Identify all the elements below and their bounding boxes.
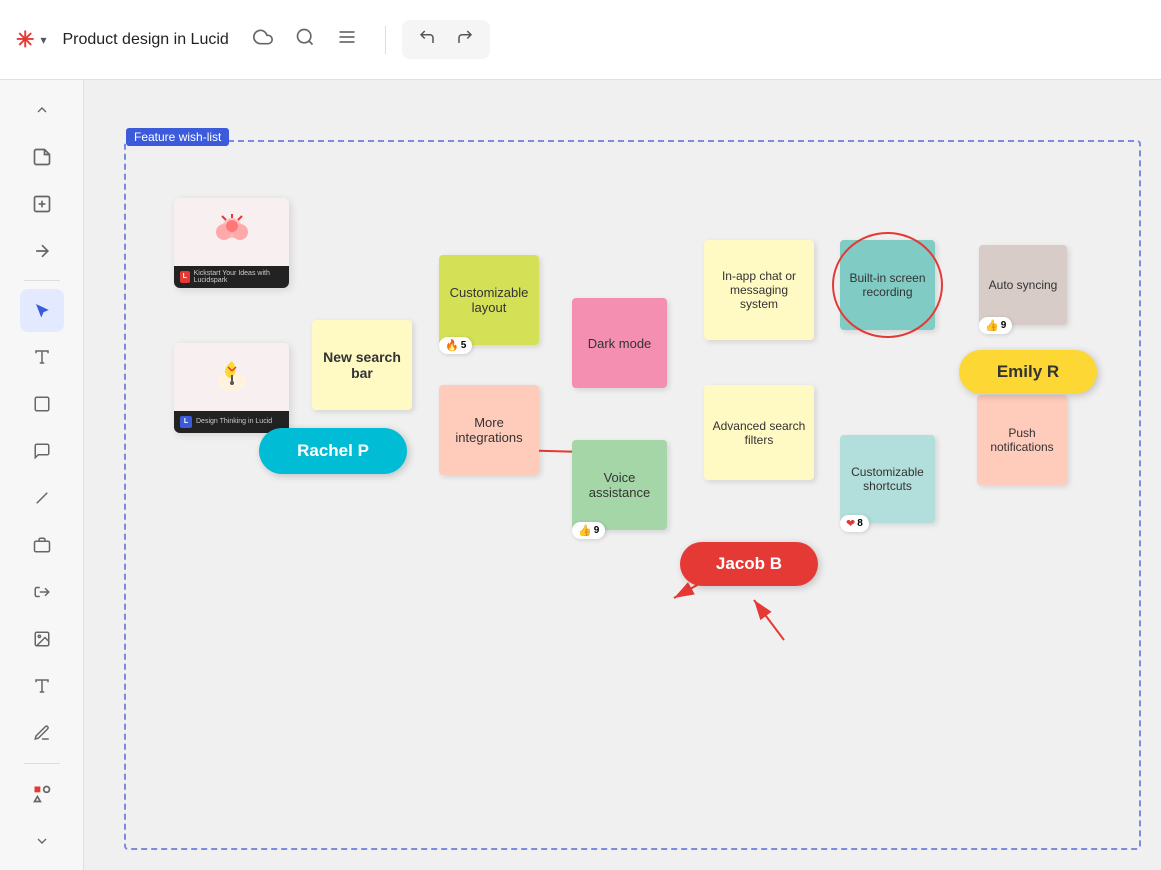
select-tool-button[interactable] [20, 289, 64, 332]
card2-title: Design Thinking in Lucid [196, 418, 272, 425]
sticky-customizable-shortcuts[interactable]: Customizable shortcuts [840, 435, 935, 523]
collab-rachel: Rachel P [259, 428, 407, 474]
image-tool-button[interactable] [20, 618, 64, 661]
sticky-new-search-bar[interactable]: New search bar [312, 320, 412, 410]
sticky-customizable-layout[interactable]: Customizable layout [439, 255, 539, 345]
menu-button[interactable] [333, 23, 361, 56]
sticky-push-notifications[interactable]: Push notifications [977, 395, 1067, 485]
shapes-library-button[interactable] [20, 772, 64, 815]
logo-dropdown-arrow[interactable]: ▾ [40, 33, 46, 47]
collapse-top-button[interactable] [20, 88, 64, 131]
card1-image [174, 198, 289, 266]
collapse-bottom-button[interactable] [20, 819, 64, 862]
sidebar-separator-2 [24, 763, 60, 764]
frame-label: Feature wish-list [126, 128, 229, 146]
logo-area: ✳ ▾ [16, 27, 46, 53]
undo-button[interactable] [410, 24, 444, 55]
templates-button[interactable] [20, 135, 64, 178]
sticky-voice-assistance[interactable]: Voice assistance [572, 440, 667, 530]
collab-emily: Emily R [959, 350, 1097, 394]
redo-button[interactable] [448, 24, 482, 55]
line-tool-button[interactable] [20, 477, 64, 520]
fire-badge: 🔥 5 [439, 337, 472, 354]
note-tool-button[interactable] [20, 430, 64, 473]
image-card-1[interactable]: L Kickstart Your Ideas with Lucidspark [174, 198, 289, 288]
sidebar-separator [24, 280, 60, 281]
font-tool-button[interactable] [20, 665, 64, 708]
card1-title: Kickstart Your Ideas with Lucidspark [194, 270, 283, 284]
add-frame-button[interactable] [20, 182, 64, 225]
sticky-auto-syncing[interactable]: Auto syncing [979, 245, 1067, 325]
image-card-2[interactable]: L Design Thinking in Lucid [174, 343, 289, 433]
sticky-advanced-search[interactable]: Advanced search filters [704, 385, 814, 480]
cloud-sync-button[interactable] [249, 23, 277, 56]
collab-jacob: Jacob B [680, 542, 818, 586]
heart-badge: ❤ 8 [840, 515, 869, 532]
pen-tool-button[interactable] [20, 712, 64, 755]
shape-tool-button[interactable] [20, 383, 64, 426]
thumb-badge-auto: 👍 9 [979, 317, 1012, 334]
export-tool-button[interactable] [20, 571, 64, 614]
sticky-dark-mode[interactable]: Dark mode [572, 298, 667, 388]
sticky-built-in-screen[interactable]: Built-in screen recording [840, 240, 935, 330]
header-toolbar [249, 23, 361, 56]
search-button[interactable] [291, 23, 319, 56]
import-button[interactable] [20, 229, 64, 272]
card2-image [174, 343, 289, 411]
sticky-more-integrations[interactable]: More integrations [439, 385, 539, 475]
thumb-badge-voice: 👍 9 [572, 522, 605, 539]
header-divider [385, 26, 386, 54]
text-tool-button[interactable] [20, 336, 64, 379]
undo-redo-group [402, 20, 490, 59]
header: ✳ ▾ Product design in Lucid [0, 0, 1161, 80]
container-tool-button[interactable] [20, 524, 64, 567]
left-sidebar [0, 80, 84, 870]
lucid-logo[interactable]: ✳ [16, 27, 34, 53]
card1-footer: L Kickstart Your Ideas with Lucidspark [174, 266, 289, 289]
canvas-area[interactable]: Feature wish-list [84, 80, 1161, 870]
sticky-in-app-chat[interactable]: In-app chat or messaging system [704, 240, 814, 340]
document-title: Product design in Lucid [62, 31, 228, 49]
